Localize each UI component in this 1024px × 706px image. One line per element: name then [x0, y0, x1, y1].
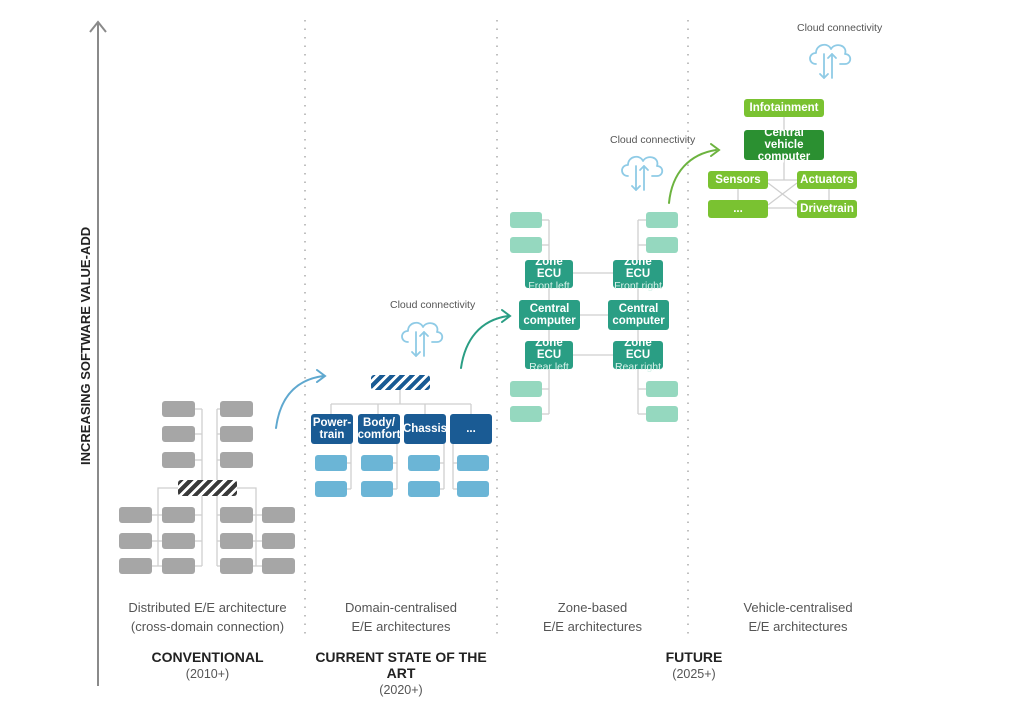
domain-ecu-box	[361, 481, 393, 497]
domain-ecu-box	[315, 481, 347, 497]
caption-line: E/E architectures	[748, 619, 848, 634]
gateway-hatched	[178, 480, 237, 496]
zone-ecu-title: Zone ECU	[624, 256, 652, 280]
zone-sensor-box	[646, 406, 678, 422]
sensors-node: Sensors	[708, 171, 768, 189]
ecu-box	[262, 533, 295, 549]
ecu-box	[220, 533, 253, 549]
cloud-label: Cloud connectivity	[797, 22, 883, 34]
zone-ecu-title: Zone ECU	[535, 256, 563, 280]
domain-ecu-box	[408, 481, 440, 497]
zone-ecu-front-right: Zone ECU Front right	[613, 256, 663, 292]
era-future: FUTURE (2025+)	[594, 649, 794, 683]
domain-gateway-hatched	[371, 375, 430, 390]
caption-line: Vehicle-centralised	[743, 600, 853, 615]
zone-ecu-position: Front right	[614, 280, 662, 292]
caption-distributed: Distributed E/E architecture (cross-doma…	[110, 598, 305, 636]
zone-ecu-title: Zone ECU	[624, 337, 652, 361]
zone-ecu-title: Zone ECU	[535, 337, 563, 361]
caption-vehicle: Vehicle-centralised E/E architectures	[688, 598, 908, 636]
zone-ecu-rear-right: Zone ECU Rear right	[613, 337, 663, 373]
other-node: ...	[708, 200, 768, 218]
era-current: CURRENT STATE OF THE ART (2020+)	[300, 649, 502, 699]
zone-sensor-box	[510, 406, 542, 422]
ecu-box	[220, 507, 253, 523]
ecu-box	[119, 533, 152, 549]
era-conventional: CONVENTIONAL (2010+)	[110, 649, 305, 683]
zone-ecu-position: Front left	[528, 280, 570, 292]
actuators-node: Actuators	[797, 171, 857, 189]
ecu-box	[220, 558, 253, 574]
caption-line: (cross-domain connection)	[130, 619, 285, 634]
caption-line: Distributed E/E architecture	[128, 600, 287, 615]
transition-arrow-2	[460, 315, 509, 369]
domain-powertrain: Power- train	[311, 414, 353, 444]
zone-sensor-box	[646, 237, 678, 253]
era-years: (2025+)	[672, 667, 716, 681]
central-vehicle-computer: Central vehicle computer	[744, 127, 824, 163]
drivetrain-node: Drivetrain	[797, 200, 857, 218]
ecu-box	[162, 401, 195, 417]
zone-ecu-front-left: Zone ECU Front left	[525, 256, 573, 292]
domain-ecu-box	[457, 455, 489, 471]
cloud-upload-download-icon	[621, 155, 664, 191]
zone-sensor-box	[646, 212, 678, 228]
caption-zone: Zone-based E/E architectures	[497, 598, 688, 636]
domain-ecu-box	[408, 455, 440, 471]
column-dividers	[304, 20, 689, 640]
infotainment-node: Infotainment	[744, 99, 824, 117]
caption-line: E/E architectures	[351, 619, 451, 634]
ecu-box	[220, 401, 253, 417]
central-computer-right: Central computer	[608, 300, 669, 330]
zone-sensor-box	[510, 237, 542, 253]
zone-sensor-box	[510, 381, 542, 397]
central-computer-left: Central computer	[519, 300, 580, 330]
caption-line: Domain-centralised	[345, 600, 457, 615]
caption-line: E/E architectures	[543, 619, 642, 634]
caption-domain: Domain-centralised E/E architectures	[305, 598, 497, 636]
domain-chassis: Chassis	[403, 414, 447, 444]
caption-line: Zone-based	[557, 600, 628, 615]
era-title: CURRENT STATE OF THE ART	[315, 649, 487, 681]
era-years: (2010+)	[185, 667, 230, 681]
cloud-label: Cloud connectivity	[390, 299, 476, 311]
ecu-box	[162, 426, 195, 442]
domain-ecu-box	[457, 481, 489, 497]
era-years: (2020+)	[379, 683, 423, 697]
domain-ecu-box	[361, 455, 393, 471]
zone-sensor-box	[646, 381, 678, 397]
zone-ecu-position: Rear left	[529, 361, 569, 373]
domain-body-comfort: Body/ comfort	[358, 414, 400, 444]
ecu-box	[162, 558, 195, 574]
domain-other: ...	[450, 414, 492, 444]
domain-ecu-box	[315, 455, 347, 471]
ecu-box	[119, 558, 152, 574]
zone-ecu-position: Rear right	[614, 361, 662, 373]
ecu-box	[119, 507, 152, 523]
cloud-label: Cloud connectivity	[610, 134, 696, 146]
ecu-box	[220, 452, 253, 468]
cloud-upload-download-icon	[401, 321, 444, 357]
ecu-box	[162, 533, 195, 549]
axis-label: INCREASING SOFTWARE VALUE-ADD	[78, 226, 93, 465]
ecu-box	[162, 507, 195, 523]
zone-ecu-rear-left: Zone ECU Rear left	[525, 337, 573, 373]
cloud-upload-download-icon	[809, 43, 852, 79]
ecu-box	[220, 426, 253, 442]
ecu-box	[262, 507, 295, 523]
zone-sensor-box	[510, 212, 542, 228]
era-title: FUTURE	[665, 649, 723, 665]
ecu-box	[262, 558, 295, 574]
era-title: CONVENTIONAL	[151, 649, 264, 665]
ecu-box	[162, 452, 195, 468]
